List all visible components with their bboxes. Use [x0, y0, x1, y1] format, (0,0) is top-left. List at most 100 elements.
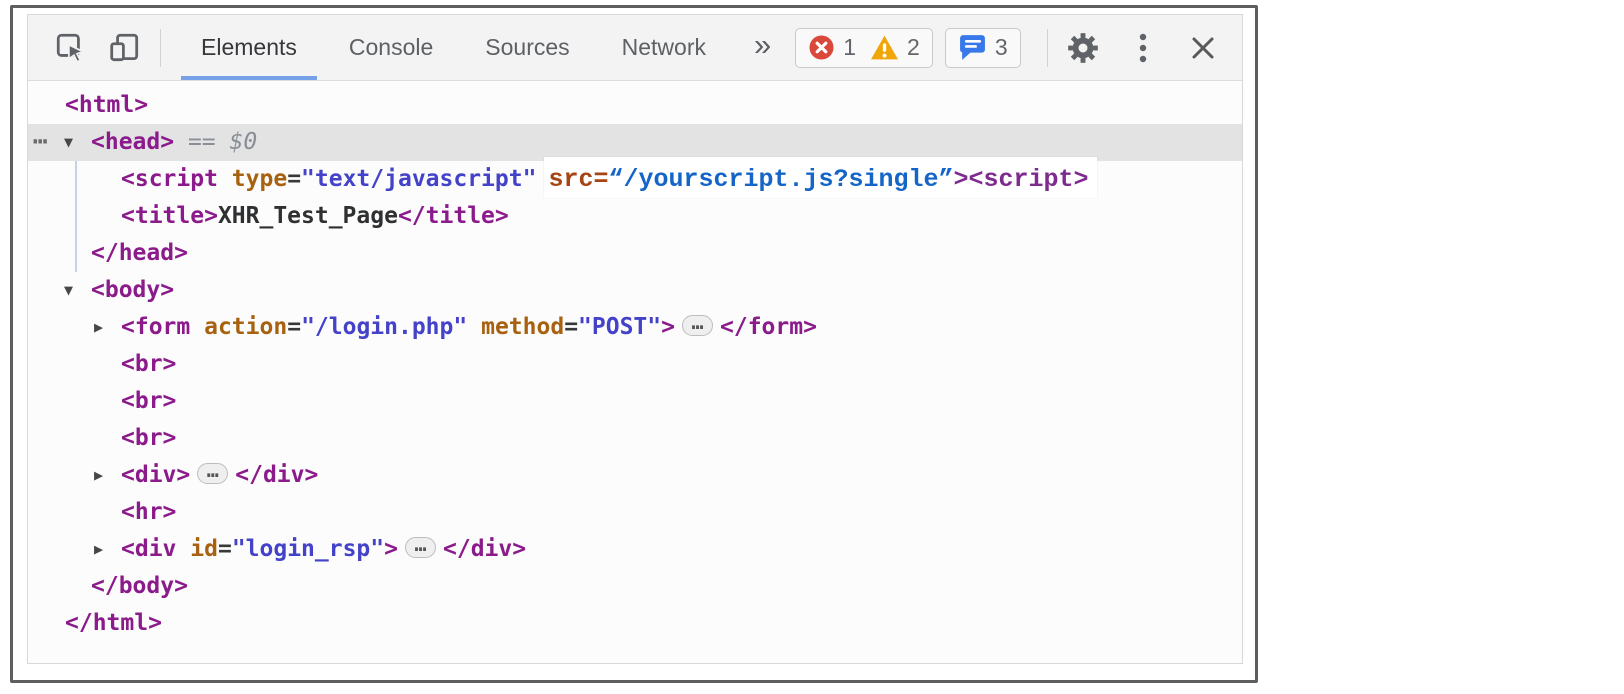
- tab-elements-label: Elements: [201, 34, 297, 61]
- screenshot-frame: Elements Console Sources Network »: [10, 5, 1258, 683]
- tag-token: </form>: [720, 314, 817, 340]
- tag-token: </head>: [91, 240, 188, 266]
- tag-token: </html>: [65, 610, 162, 636]
- dom-tree-row[interactable]: <br>: [28, 346, 1242, 383]
- plain-token: [176, 536, 190, 562]
- tag-token: </div>: [235, 462, 318, 488]
- dom-tree-row[interactable]: ▶ <div> … </div>: [28, 457, 1242, 494]
- attr-token: action: [204, 314, 287, 340]
- dom-tree[interactable]: <html>⋯▼<head> == $0<script type="text/j…: [28, 81, 1242, 664]
- text-token: XHR_Test_Page: [218, 203, 398, 229]
- error-count: 1: [843, 34, 856, 61]
- plain-token: [467, 314, 481, 340]
- expander-icon[interactable]: ▶: [94, 309, 103, 346]
- tag-token: <hr>: [121, 499, 176, 525]
- plain-token: [190, 314, 204, 340]
- more-tabs-chevron[interactable]: »: [754, 29, 771, 66]
- dom-tree-row[interactable]: </html>: [28, 605, 1242, 642]
- dom-tree-row[interactable]: ▶<div id="login_rsp">…</div>: [28, 531, 1242, 568]
- device-toolbar-icon: [108, 31, 142, 65]
- tab-network[interactable]: Network: [596, 15, 732, 80]
- inspect-element-button[interactable]: [48, 25, 94, 71]
- plain-token: =: [287, 314, 301, 340]
- val-token: "POST": [578, 314, 661, 340]
- tab-sources-label: Sources: [485, 34, 569, 61]
- tag-token: <body>: [91, 277, 174, 303]
- gear-icon: [1065, 30, 1101, 66]
- note-token: == $0: [174, 129, 257, 155]
- message-count: 3: [995, 34, 1008, 61]
- dom-tree-row[interactable]: <hr>: [28, 494, 1242, 531]
- tag-token: </div>: [443, 536, 526, 562]
- close-devtools-button[interactable]: [1180, 25, 1226, 71]
- tag-token: <br>: [121, 388, 176, 414]
- tab-sources[interactable]: Sources: [459, 15, 595, 80]
- plain-token: =: [218, 536, 232, 562]
- tag-token: <head>: [91, 129, 174, 155]
- dom-tree-row[interactable]: <br>: [28, 420, 1242, 457]
- dom-tree-row[interactable]: <html>: [28, 87, 1242, 124]
- devtools-window: Elements Console Sources Network »: [27, 14, 1243, 664]
- more-actions-icon[interactable]: ⋯: [33, 124, 45, 159]
- panel-tabs: Elements Console Sources Network: [175, 15, 732, 80]
- plain-token: =: [287, 166, 301, 192]
- plain-token: =: [564, 314, 578, 340]
- dom-tree-row[interactable]: <br>: [28, 383, 1242, 420]
- val-token: "login_rsp": [232, 536, 384, 562]
- tab-elements[interactable]: Elements: [175, 15, 323, 80]
- src-annotation: src=“/yourscript.js?single”><script>: [548, 165, 1088, 194]
- expander-icon[interactable]: ▼: [64, 124, 73, 161]
- expander-icon[interactable]: ▶: [94, 457, 103, 494]
- dom-tree-row[interactable]: <title>XHR_Test_Page</title>: [28, 198, 1242, 235]
- tag-token: >: [661, 314, 675, 340]
- ann-attr-token: src=: [548, 165, 608, 194]
- close-icon: [1189, 34, 1217, 62]
- attr-token: method: [481, 314, 564, 340]
- tag-token: <div: [121, 536, 176, 562]
- expander-icon[interactable]: ▼: [64, 272, 73, 309]
- tag-token: <script: [121, 166, 218, 192]
- issues-badge[interactable]: 1 2: [795, 28, 933, 68]
- dom-tree-row[interactable]: </head>: [28, 235, 1242, 272]
- warning-count: 2: [907, 34, 920, 61]
- warning-icon: [870, 34, 899, 61]
- message-icon: [958, 33, 987, 62]
- active-tab-underline: [181, 76, 317, 80]
- inspect-cursor-icon: [54, 31, 88, 65]
- inline-expand-button[interactable]: …: [682, 315, 713, 336]
- tab-network-label: Network: [622, 34, 706, 61]
- tag-token: >: [384, 536, 398, 562]
- expander-icon[interactable]: ▶: [94, 531, 103, 568]
- dom-tree-row[interactable]: ▶<form action="/login.php" method="POST"…: [28, 309, 1242, 346]
- customize-devtools-button[interactable]: [1120, 25, 1166, 71]
- val-token: "/login.php": [301, 314, 467, 340]
- tag-token: </body>: [91, 573, 188, 599]
- ann-val-token: “/yourscript.js?single”: [608, 165, 953, 194]
- ann-tag-token: ><script>: [954, 165, 1089, 194]
- devtools-toolbar: Elements Console Sources Network »: [28, 15, 1242, 81]
- tag-token: <br>: [121, 351, 176, 377]
- tag-token: </title>: [398, 203, 509, 229]
- inline-expand-button[interactable]: …: [197, 463, 228, 484]
- tag-token: <html>: [65, 92, 148, 118]
- tab-console[interactable]: Console: [323, 15, 459, 80]
- tab-console-label: Console: [349, 34, 433, 61]
- kebab-menu-icon: [1138, 31, 1148, 65]
- attr-token: type: [232, 166, 287, 192]
- messages-badge[interactable]: 3: [945, 28, 1021, 68]
- device-toolbar-button[interactable]: [102, 25, 148, 71]
- dom-tree-row[interactable]: <script type="text/javascript" src=“/your…: [28, 161, 1242, 198]
- tag-token: <div>: [121, 462, 190, 488]
- toolbar-separator: [160, 29, 161, 67]
- dom-tree-row[interactable]: ▼ <body>: [28, 272, 1242, 309]
- toolbar-separator: [1047, 29, 1048, 67]
- val-token: "text/javascript": [301, 166, 536, 192]
- tag-token: <form: [121, 314, 190, 340]
- tag-token: <br>: [121, 425, 176, 451]
- settings-button[interactable]: [1060, 25, 1106, 71]
- plain-token: [218, 166, 232, 192]
- tag-token: <title>: [121, 203, 218, 229]
- inline-expand-button[interactable]: …: [405, 537, 436, 558]
- dom-tree-row[interactable]: ⋯ ▼ <head> == $0: [28, 124, 1242, 161]
- dom-tree-row[interactable]: </body>: [28, 568, 1242, 605]
